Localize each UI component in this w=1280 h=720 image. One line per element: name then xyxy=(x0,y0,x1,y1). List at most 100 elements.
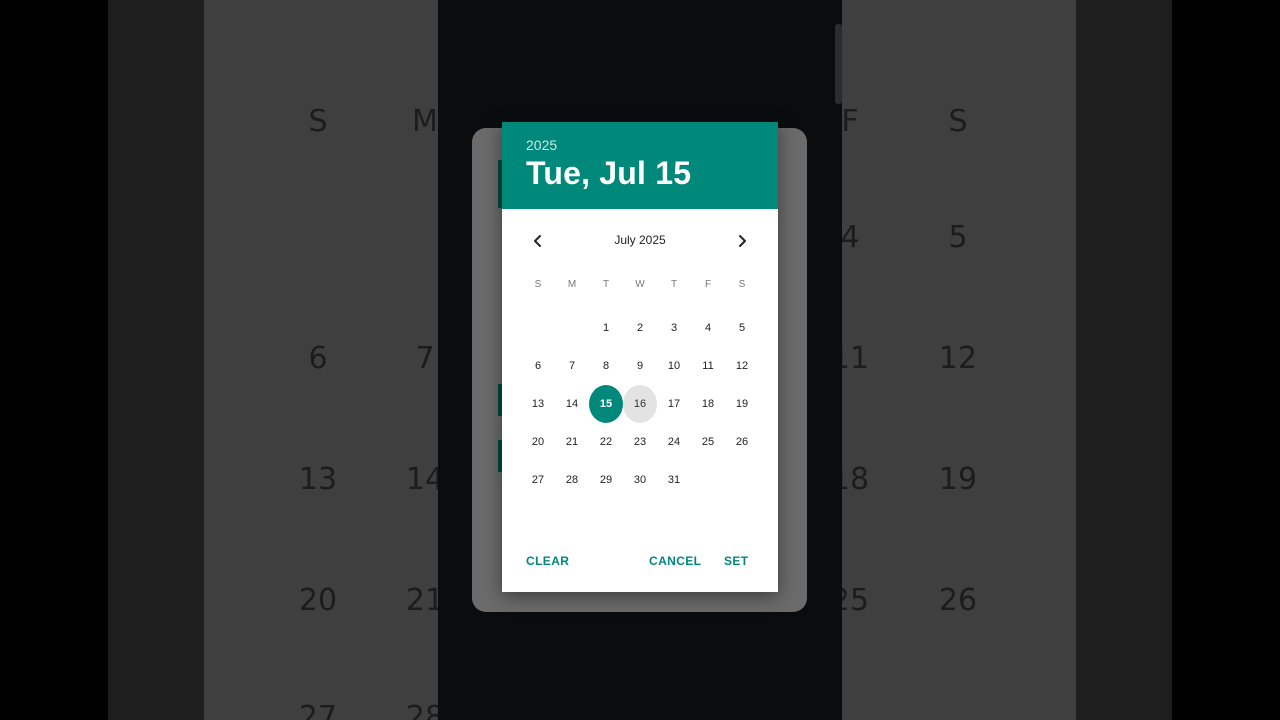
bg-weekday-label: M xyxy=(412,104,438,139)
set-button[interactable]: SET xyxy=(724,554,749,568)
bg-date-label: 11 xyxy=(842,341,870,376)
day-cell[interactable]: 8 xyxy=(589,347,623,385)
dialog-actions: CLEAR CANCEL SET xyxy=(502,554,778,574)
month-navigation: July 2025 xyxy=(502,230,778,252)
day-number: 30 xyxy=(633,474,647,486)
empty-day-cell xyxy=(725,461,759,499)
day-number: 14 xyxy=(565,398,579,410)
background-right-panel: F S 4 5 11 12 18 19 25 26 xyxy=(842,0,1172,720)
day-cell[interactable]: 30 xyxy=(623,461,657,499)
day-number: 13 xyxy=(531,398,545,410)
day-cell[interactable]: 24 xyxy=(657,423,691,461)
header-year[interactable]: 2025 xyxy=(526,137,778,153)
calendar-week-row: 1 2 3 4 5 xyxy=(521,309,759,347)
date-picker-header: 2025 Tue, Jul 15 xyxy=(502,122,778,209)
day-number: 3 xyxy=(670,322,678,334)
bg-date-label: 13 xyxy=(298,462,338,497)
bg-weekday-label: S xyxy=(948,104,968,139)
bg-weekday-label: F xyxy=(842,104,859,139)
day-number: 5 xyxy=(738,322,746,334)
day-number: 20 xyxy=(531,436,545,448)
empty-day-cell xyxy=(691,461,725,499)
weekday-label: S xyxy=(534,278,542,290)
calendar-week-row: 20 21 22 23 24 25 26 xyxy=(521,423,759,461)
bg-date-label: 28 xyxy=(405,700,438,720)
clear-button[interactable]: CLEAR xyxy=(526,554,569,568)
bg-date-label: 20 xyxy=(298,583,338,618)
day-cell[interactable]: 2 xyxy=(623,309,657,347)
empty-day-cell xyxy=(555,309,589,347)
day-cell[interactable]: 7 xyxy=(555,347,589,385)
day-cell[interactable]: 9 xyxy=(623,347,657,385)
day-cell[interactable]: 6 xyxy=(521,347,555,385)
day-number: 10 xyxy=(667,360,681,372)
day-cell[interactable]: 27 xyxy=(521,461,555,499)
day-cell[interactable]: 12 xyxy=(725,347,759,385)
day-cell[interactable]: 5 xyxy=(725,309,759,347)
day-cell[interactable]: 28 xyxy=(555,461,589,499)
weekday-label: T xyxy=(602,278,610,290)
scrollbar xyxy=(835,24,842,104)
day-cell[interactable]: 3 xyxy=(657,309,691,347)
day-cell[interactable]: 16 xyxy=(623,385,657,423)
day-cell[interactable]: 20 xyxy=(521,423,555,461)
bg-date-label: 14 xyxy=(405,462,438,497)
weekday-label: W xyxy=(635,278,645,290)
day-number: 28 xyxy=(565,474,579,486)
day-cell[interactable]: 25 xyxy=(691,423,725,461)
bg-date-label: 5 xyxy=(948,220,968,255)
day-number: 18 xyxy=(701,398,715,410)
bg-date-label: 6 xyxy=(308,341,328,376)
day-cell[interactable]: 26 xyxy=(725,423,759,461)
background-left-panel: S M 6 7 13 14 20 21 27 28 xyxy=(108,0,438,720)
day-number: 1 xyxy=(602,322,610,334)
day-number: 7 xyxy=(568,360,576,372)
day-cell[interactable]: 21 xyxy=(555,423,589,461)
bg-date-label: 25 xyxy=(842,583,870,618)
day-number: 31 xyxy=(667,474,681,486)
bg-date-label: 18 xyxy=(842,462,870,497)
day-cell[interactable]: 31 xyxy=(657,461,691,499)
bg-date-label: 7 xyxy=(415,341,435,376)
bg-date-label: 26 xyxy=(938,583,978,618)
weekday-label: F xyxy=(704,278,712,290)
bg-date-label: 21 xyxy=(405,583,438,618)
day-number: 27 xyxy=(531,474,545,486)
chevron-right-icon xyxy=(739,235,746,247)
day-cell[interactable]: 23 xyxy=(623,423,657,461)
day-number: 8 xyxy=(602,360,610,372)
bg-date-label: 12 xyxy=(938,341,978,376)
day-number: 26 xyxy=(735,436,749,448)
weekday-label: S xyxy=(738,278,746,290)
day-cell[interactable]: 15 xyxy=(589,385,623,423)
day-cell[interactable]: 4 xyxy=(691,309,725,347)
day-number: 9 xyxy=(636,360,644,372)
day-number: 15 xyxy=(589,385,623,423)
cancel-button[interactable]: CANCEL xyxy=(649,554,701,568)
day-cell[interactable]: 14 xyxy=(555,385,589,423)
day-number: 16 xyxy=(623,385,657,423)
date-picker-dialog: 2025 Tue, Jul 15 July 2025 SMTWTFS 12345… xyxy=(502,122,778,592)
day-cell[interactable]: 18 xyxy=(691,385,725,423)
day-cell[interactable]: 17 xyxy=(657,385,691,423)
day-number: 25 xyxy=(701,436,715,448)
day-cell[interactable]: 19 xyxy=(725,385,759,423)
calendar-week-row: 13 14 15 16 17 18 19 xyxy=(521,385,759,423)
weekday-label: M xyxy=(567,278,577,290)
day-cell[interactable]: 1 xyxy=(589,309,623,347)
header-selected-date[interactable]: Tue, Jul 15 xyxy=(526,155,778,191)
bg-date-label: 19 xyxy=(938,462,978,497)
day-number: 21 xyxy=(565,436,579,448)
day-number: 2 xyxy=(636,322,644,334)
next-month-button[interactable] xyxy=(731,230,753,252)
day-number: 19 xyxy=(735,398,749,410)
day-number: 11 xyxy=(702,360,714,372)
empty-day-cell xyxy=(521,309,555,347)
day-cell[interactable]: 10 xyxy=(657,347,691,385)
day-number: 29 xyxy=(599,474,613,486)
day-cell[interactable]: 11 xyxy=(691,347,725,385)
day-cell[interactable]: 13 xyxy=(521,385,555,423)
day-number: 22 xyxy=(599,436,613,448)
day-cell[interactable]: 29 xyxy=(589,461,623,499)
day-cell[interactable]: 22 xyxy=(589,423,623,461)
